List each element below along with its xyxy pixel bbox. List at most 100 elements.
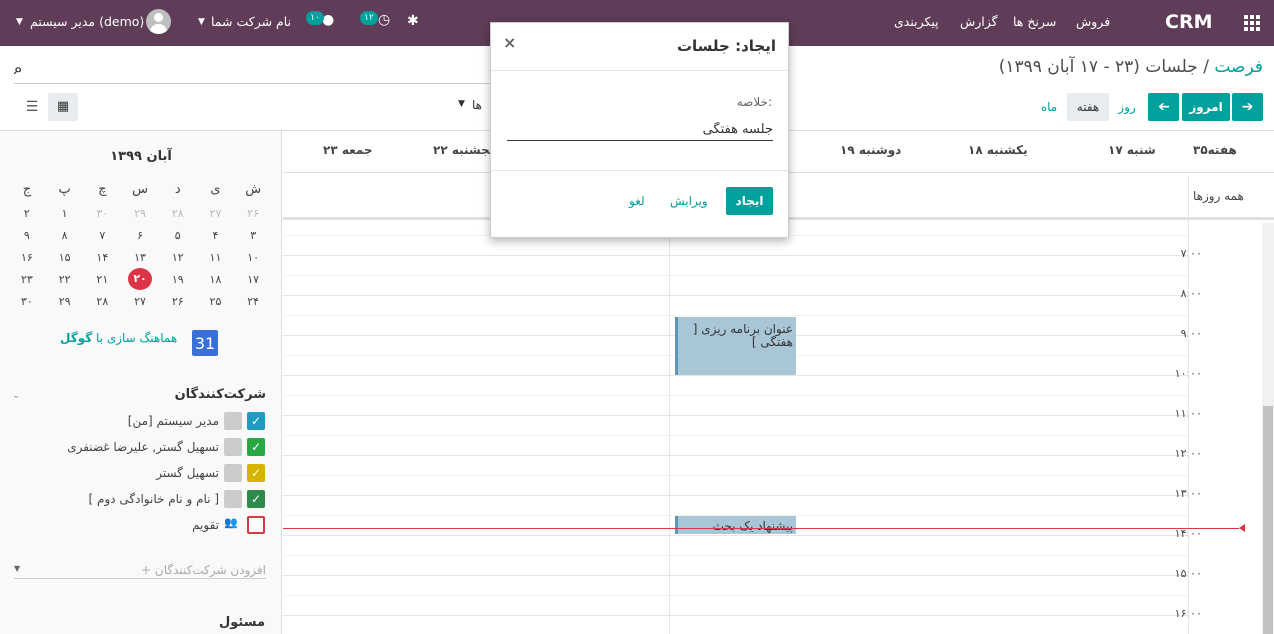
mini-calendar-day[interactable]: ۱۷ bbox=[234, 268, 272, 290]
create-button[interactable]: ایجاد bbox=[726, 187, 773, 215]
user-caret-icon[interactable]: ▼ bbox=[16, 0, 23, 46]
mini-calendar-day[interactable]: ۲۴ bbox=[234, 290, 272, 312]
day-number[interactable]: ۲۶ bbox=[172, 295, 184, 308]
mini-calendar-day[interactable]: ۲۷ bbox=[197, 202, 235, 224]
summary-input[interactable] bbox=[507, 118, 773, 141]
mini-calendar-day[interactable]: ۳۰ bbox=[83, 202, 121, 224]
mini-calendar-day[interactable]: ۲۵ bbox=[197, 290, 235, 312]
mini-calendar-day[interactable]: ۲ bbox=[8, 202, 46, 224]
user-menu[interactable]: مدیر سیستم (demo) bbox=[30, 0, 144, 46]
mini-calendar-day[interactable]: ۸ bbox=[46, 224, 84, 246]
mini-calendar-day[interactable]: ۱۵ bbox=[46, 246, 84, 268]
mini-calendar-day[interactable]: ۳ bbox=[234, 224, 272, 246]
mini-calendar-day[interactable]: ۲۸ bbox=[159, 202, 197, 224]
filters-caret-icon[interactable]: ▼ bbox=[458, 99, 465, 109]
mini-calendar-day[interactable]: ۲۰ bbox=[121, 268, 159, 290]
day-number[interactable]: ۲۷ bbox=[210, 207, 222, 220]
day-number[interactable]: ۲۵ bbox=[210, 295, 222, 308]
close-icon[interactable]: × bbox=[503, 33, 516, 52]
day-view-button[interactable]: روز bbox=[1113, 93, 1141, 121]
mini-calendar-day[interactable]: ۷ bbox=[83, 224, 121, 246]
event-card[interactable]: پیشنهاد یک بحث bbox=[675, 516, 796, 534]
day-number[interactable]: ۱۷ bbox=[247, 273, 259, 286]
day-number[interactable]: ۸ bbox=[62, 229, 68, 242]
list-view-icon[interactable]: ☰ bbox=[18, 93, 46, 121]
search-input[interactable] bbox=[14, 83, 502, 84]
apps-menu-icon[interactable] bbox=[1244, 15, 1260, 31]
bug-icon[interactable]: ✱ bbox=[407, 14, 419, 28]
user-avatar[interactable] bbox=[146, 9, 171, 34]
menu-configuration[interactable]: پیکربندی bbox=[894, 0, 939, 46]
app-brand[interactable]: CRM bbox=[1165, 0, 1212, 46]
mini-calendar-day[interactable]: ۱۱ bbox=[197, 246, 235, 268]
time-grid[interactable]: ۷:۰۰۸:۰۰۹:۰۰۱۰:۰۰۱۱:۰۰۱۲:۰۰۱۳:۰۰۱۴:۰۰۱۵:… bbox=[283, 175, 1261, 634]
menu-leads[interactable]: سرنخ ها bbox=[1013, 0, 1056, 46]
day-number[interactable]: ۲۲ bbox=[59, 273, 71, 286]
mini-calendar-day[interactable]: ۱۲ bbox=[159, 246, 197, 268]
scrollbar-thumb[interactable] bbox=[1263, 406, 1273, 634]
today-button[interactable]: امروز bbox=[1182, 93, 1230, 121]
mini-calendar-day[interactable]: ۵ bbox=[159, 224, 197, 246]
mini-calendar-day[interactable]: ۲۱ bbox=[83, 268, 121, 290]
mini-calendar-day[interactable]: ۱۳ bbox=[121, 246, 159, 268]
day-number[interactable]: ۲۹ bbox=[59, 295, 71, 308]
next-button[interactable]: ➔ bbox=[1232, 93, 1263, 121]
day-number[interactable]: ۱۹ bbox=[172, 273, 184, 286]
day-number[interactable]: ۳ bbox=[250, 229, 256, 242]
breadcrumb-parent[interactable]: فرصت bbox=[1214, 57, 1263, 77]
edit-button[interactable]: ویرایش bbox=[670, 187, 708, 215]
mini-calendar-day[interactable]: ۱۸ bbox=[197, 268, 235, 290]
attendee-item[interactable]: تسهیل گستر ✓ bbox=[156, 463, 265, 483]
mini-calendar-day[interactable]: ۲۲ bbox=[46, 268, 84, 290]
day-number[interactable]: ۲۴ bbox=[247, 295, 259, 308]
day-number[interactable]: ۱۳ bbox=[134, 251, 146, 264]
mini-calendar-day[interactable]: ۱۰ bbox=[234, 246, 272, 268]
attendee-checkbox[interactable]: ✓ bbox=[247, 438, 265, 456]
day-number[interactable]: ۱۴ bbox=[96, 251, 108, 264]
week-view-button[interactable]: هفته bbox=[1067, 93, 1109, 121]
add-attendees-caret-icon[interactable]: ▼ bbox=[14, 564, 20, 573]
day-number[interactable]: ۳۰ bbox=[96, 207, 108, 220]
day-number[interactable]: ۱۸ bbox=[210, 273, 222, 286]
attendee-checkbox[interactable]: ✓ bbox=[247, 464, 265, 482]
google-calendar-icon[interactable]: 31 bbox=[192, 330, 218, 356]
menu-sales[interactable]: فروش bbox=[1076, 0, 1110, 46]
google-sync-text[interactable]: هماهنگ سازی با bbox=[96, 331, 177, 345]
mini-calendar-day[interactable]: ۱ bbox=[46, 202, 84, 224]
day-header-fri[interactable]: جمعه ۲۳ bbox=[323, 143, 373, 157]
mini-calendar-day[interactable]: ۲۹ bbox=[46, 290, 84, 312]
filters-dropdown[interactable]: ها bbox=[472, 98, 482, 112]
day-header-sun[interactable]: یکشنبه ۱۸ bbox=[968, 143, 1028, 157]
attendee-item[interactable]: تسهیل گستر, علیرضا غضنفری ✓ bbox=[67, 437, 265, 457]
attendee-item[interactable]: [ نام و نام خانوادگی دوم ] ✓ bbox=[89, 489, 265, 509]
day-number[interactable]: ۴ bbox=[212, 229, 218, 242]
day-number[interactable]: ۲۸ bbox=[96, 295, 108, 308]
mini-calendar-day[interactable]: ۹ bbox=[8, 224, 46, 246]
mini-calendar-day[interactable]: ۲۸ bbox=[83, 290, 121, 312]
attendee-item[interactable]: مدیر سیستم [من] ✓ bbox=[128, 411, 265, 431]
day-number[interactable]: ۲۱ bbox=[96, 273, 108, 286]
menu-reporting[interactable]: گزارش bbox=[960, 0, 998, 46]
google-brand[interactable]: گوگل bbox=[60, 331, 92, 345]
mini-calendar-day[interactable]: ۲۳ bbox=[8, 268, 46, 290]
google-sync-link[interactable]: هماهنگ سازی با گوگل bbox=[60, 331, 177, 345]
day-number[interactable]: ۱۲ bbox=[172, 251, 184, 264]
scrollbar[interactable] bbox=[1262, 223, 1274, 634]
mini-calendar-day[interactable]: ۱۴ bbox=[83, 246, 121, 268]
prev-button[interactable]: ➔ bbox=[1148, 93, 1179, 121]
day-number[interactable]: ۲ bbox=[24, 207, 30, 220]
mini-calendar-day[interactable]: ۲۹ bbox=[121, 202, 159, 224]
chevron-down-icon[interactable]: ⌄ bbox=[12, 390, 20, 401]
day-number[interactable]: ۱۶ bbox=[21, 251, 33, 264]
mini-calendar-day[interactable]: ۲۶ bbox=[234, 202, 272, 224]
event-card[interactable]: عنوان برنامه ریزی [ هفتگی ] bbox=[675, 317, 796, 375]
mini-calendar-day[interactable]: ۱۹ bbox=[159, 268, 197, 290]
attendee-checkbox[interactable]: ✓ bbox=[247, 412, 265, 430]
day-header-sat[interactable]: شنبه ۱۷ bbox=[1108, 143, 1156, 157]
month-view-button[interactable]: ماه bbox=[1034, 93, 1064, 121]
day-number[interactable]: ۱۵ bbox=[59, 251, 71, 264]
attendee-checkbox[interactable] bbox=[247, 516, 265, 534]
company-caret-icon[interactable]: ▼ bbox=[198, 0, 205, 46]
day-header-mon[interactable]: دوشنبه ۱۹ bbox=[840, 143, 901, 157]
day-number[interactable]: ۹ bbox=[24, 229, 30, 242]
